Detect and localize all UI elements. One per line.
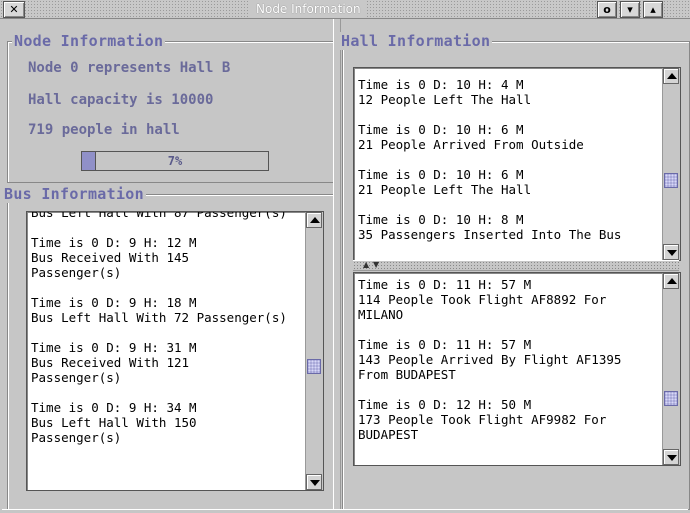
flight-log-list[interactable]: Time is 0 D: 11 H: 57 M 114 People Took F… — [353, 272, 681, 466]
chevron-up-icon: ▴ — [650, 3, 656, 16]
arrow-down-icon — [310, 480, 320, 486]
window-title: Node Information — [250, 1, 367, 17]
log-entry-time: Time is 0 D: 9 H: 12 M — [31, 235, 197, 250]
hall-information-legend: Hall Information — [339, 32, 493, 50]
log-entry-time: Time is 0 D: 12 H: 50 M — [358, 397, 532, 412]
hall-occupancy-progress: 7% — [81, 151, 269, 171]
scroll-thumb[interactable] — [307, 359, 321, 374]
capacity-line: Hall capacity is 10000 — [28, 92, 214, 108]
log-entry-time: Time is 0 D: 10 H: 6 M — [358, 167, 524, 182]
maximize-window-button[interactable]: ▴ — [643, 1, 663, 18]
log-entry: Time is 0 D: 11 H: 57 M 143 People Arrive… — [358, 337, 660, 382]
shade-window-button[interactable]: o — [597, 1, 617, 18]
log-entry-time: Time is 0 D: 10 H: 8 M — [358, 212, 524, 227]
log-entry: Time is 0 D: 10 H: 4 M 12 People Left The… — [358, 77, 660, 107]
log-entry-text: Bus Received With 121 Passenger(s) — [31, 355, 190, 385]
arrow-up-icon — [667, 73, 677, 79]
log-entry-text: Bus Left Hall With 150 Passenger(s) — [31, 415, 197, 445]
arrow-down-icon — [667, 455, 677, 461]
partial-entry-text: Bus Left Hall With 87 Passenger(s) — [31, 211, 287, 220]
log-entry: Time is 0 D: 12 H: 50 M 173 People Took F… — [358, 397, 660, 442]
split-pane-divider[interactable]: ▲ ▼ — [353, 260, 679, 271]
scroll-up-button[interactable] — [663, 68, 679, 84]
hall-log-scrollbar[interactable] — [662, 68, 680, 260]
status-edge — [2, 509, 688, 513]
log-entry: Time is 0 D: 10 H: 6 M 21 People Left The… — [358, 167, 660, 197]
log-entry-time: Time is 0 D: 10 H: 4 M — [358, 77, 524, 92]
people-in-hall-line: 719 people in hall — [28, 122, 180, 138]
log-entry: Time is 0 D: 10 H: 6 M 21 People Arrived … — [358, 122, 660, 152]
minimize-window-button[interactable]: ▾ — [620, 1, 640, 18]
vertical-divider[interactable] — [333, 19, 341, 512]
scroll-up-button[interactable] — [306, 212, 322, 228]
node-information-legend: Node Information — [12, 32, 166, 50]
hall-log-content: Time is 0 D: 10 H: 4 M 12 People Left The… — [358, 77, 660, 257]
log-entry: Time is 0 D: 9 H: 18 M Bus Left Hall With… — [31, 295, 303, 325]
scroll-thumb[interactable] — [664, 173, 678, 188]
log-entry-text: 114 People Took Flight AF8892 For MILANO — [358, 292, 607, 322]
log-entry-text: 12 People Left The Hall — [358, 92, 532, 107]
scroll-down-button[interactable] — [663, 244, 679, 260]
title-bar[interactable]: ✕ Node Information o ▾ ▴ — [0, 0, 690, 19]
chevron-down-icon: ▾ — [627, 3, 633, 16]
log-entry-text: Bus Left Hall With 72 Passenger(s) — [31, 310, 287, 325]
log-entry-text: Bus Received With 145 Passenger(s) — [31, 250, 190, 280]
log-entry-text: 21 People Left The Hall — [358, 182, 532, 197]
log-entry-time: Time is 0 D: 9 H: 31 M — [31, 340, 197, 355]
arrow-up-icon — [310, 217, 320, 223]
flight-log-scrollbar[interactable] — [662, 273, 680, 465]
log-entry-text: 35 Passengers Inserted Into The Bus — [358, 227, 622, 242]
arrow-down-icon — [667, 250, 677, 256]
scroll-thumb[interactable] — [664, 391, 678, 406]
log-entry-time: Time is 0 D: 11 H: 57 M — [358, 277, 532, 292]
log-entry: Time is 0 D: 9 H: 34 M Bus Left Hall With… — [31, 400, 303, 445]
progress-label: 7% — [167, 154, 183, 168]
scroll-up-button[interactable] — [663, 273, 679, 289]
log-entry-time: Time is 0 D: 9 H: 34 M — [31, 400, 197, 415]
log-entry-time: Time is 0 D: 11 H: 57 M — [358, 337, 532, 352]
close-icon: ✕ — [9, 3, 19, 16]
log-entry-text: 143 People Arrived By Flight AF1395 From… — [358, 352, 622, 382]
split-up-icon[interactable]: ▲ — [363, 261, 369, 269]
scroll-down-button[interactable] — [663, 449, 679, 465]
circle-icon: o — [603, 3, 611, 16]
log-entry: Time is 0 D: 9 H: 31 M Bus Received With … — [31, 340, 303, 385]
close-window-button[interactable]: ✕ — [3, 1, 25, 18]
main-window: Node Information Node 0 represents Hall … — [2, 19, 690, 513]
log-entry-time: Time is 0 D: 10 H: 6 M — [358, 122, 524, 137]
bus-information-legend: Bus Information — [2, 185, 146, 203]
arrow-up-icon — [667, 278, 677, 284]
log-entry: Time is 0 D: 11 H: 57 M 114 People Took F… — [358, 277, 660, 322]
log-entry: Time is 0 D: 9 H: 12 M Bus Received With … — [31, 235, 303, 280]
hall-log-list[interactable]: Time is 0 D: 10 H: 4 M 12 People Left The… — [353, 67, 681, 261]
node-line: Node 0 represents Hall B — [28, 60, 231, 76]
log-entry-text: 21 People Arrived From Outside — [358, 137, 584, 152]
bus-log-content: Bus Left Hall With 87 Passenger(s) Time i… — [31, 211, 303, 460]
log-entry: Time is 0 D: 10 H: 8 M 35 Passengers Inse… — [358, 212, 660, 242]
bus-log-list[interactable]: Bus Left Hall With 87 Passenger(s) Time i… — [26, 211, 324, 491]
split-down-icon[interactable]: ▼ — [373, 261, 379, 269]
scroll-down-button[interactable] — [306, 474, 322, 490]
flight-log-content: Time is 0 D: 11 H: 57 M 114 People Took F… — [358, 277, 660, 457]
log-entry-text: 173 People Took Flight AF9982 For BUDAPE… — [358, 412, 607, 442]
bus-log-scrollbar[interactable] — [305, 212, 323, 490]
log-entry-time: Time is 0 D: 9 H: 18 M — [31, 295, 197, 310]
